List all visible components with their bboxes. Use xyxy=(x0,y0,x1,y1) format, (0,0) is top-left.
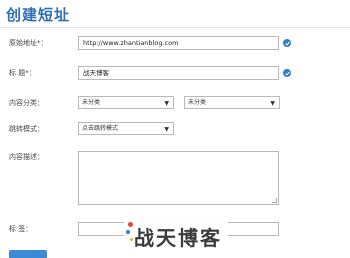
resize-grip-icon[interactable] xyxy=(272,198,277,203)
watermark-dot xyxy=(130,238,133,241)
watermark-dot xyxy=(128,222,133,227)
jump-mode-label: 跳转模式： xyxy=(9,125,44,133)
title-input[interactable]: 战天博客 xyxy=(78,66,279,80)
jump-mode-select-value: 点击跳转模式 xyxy=(82,125,119,132)
description-textarea[interactable] xyxy=(78,151,279,205)
category-label: 内容分类： xyxy=(9,99,44,107)
watermark: 战天博客 xyxy=(124,216,228,254)
tags-label: 标 签： xyxy=(9,225,33,233)
title-divider xyxy=(0,27,350,28)
page-title: 创建短址 xyxy=(6,6,71,24)
category-select-primary[interactable]: 未分类 ▼ xyxy=(78,96,174,109)
submit-button[interactable] xyxy=(9,250,47,258)
original-url-input[interactable]: http://www.zhantianblog.com xyxy=(78,36,279,50)
chevron-down-icon: ▼ xyxy=(164,126,169,133)
category-select-primary-value: 未分类 xyxy=(82,99,101,106)
original-url-check-icon xyxy=(283,39,291,47)
chevron-down-icon: ▼ xyxy=(164,100,169,107)
title-check-icon xyxy=(283,69,291,77)
category-select-secondary[interactable]: 未分类 ▼ xyxy=(184,96,280,109)
description-label: 内容描述： xyxy=(9,153,44,161)
watermark-text: 战天博客 xyxy=(134,226,222,250)
chevron-down-icon: ▼ xyxy=(270,100,275,107)
jump-mode-select[interactable]: 点击跳转模式 ▼ xyxy=(78,122,174,135)
title-label: 标 题*： xyxy=(9,69,36,77)
watermark-dot xyxy=(126,230,130,234)
category-select-secondary-value: 未分类 xyxy=(188,99,207,106)
original-url-label: 原始地址*： xyxy=(9,39,48,47)
